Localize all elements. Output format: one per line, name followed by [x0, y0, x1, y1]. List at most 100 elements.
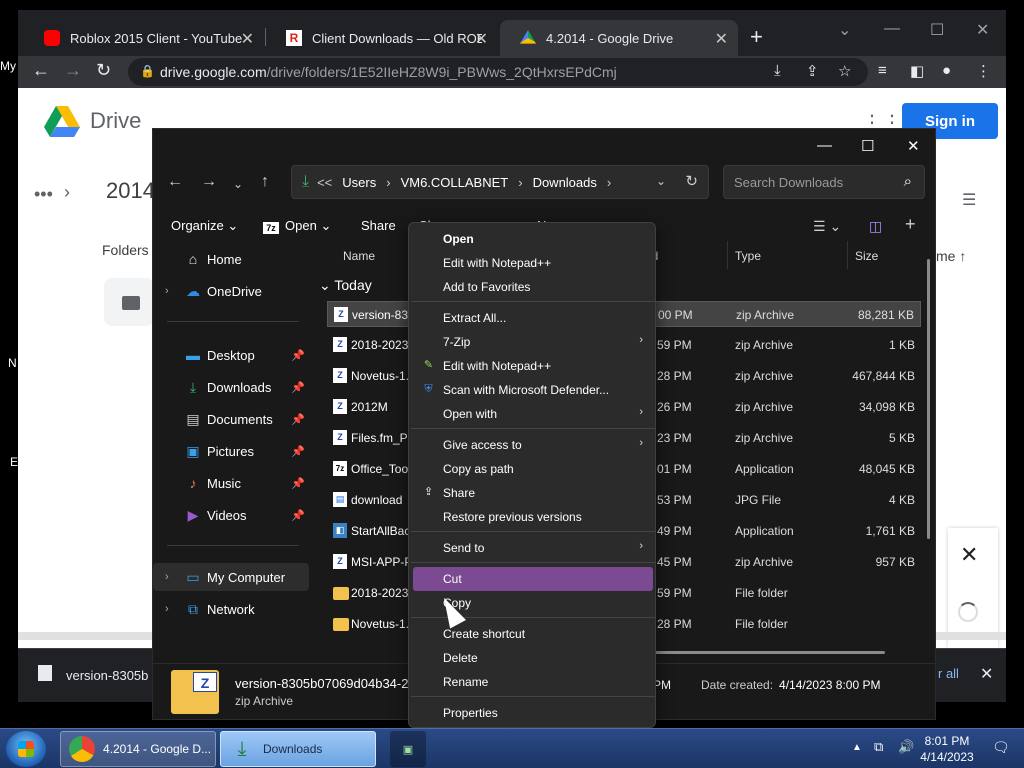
- side-panel-icon[interactable]: ◧: [910, 62, 924, 80]
- search-input[interactable]: Search Downloads ⌕: [723, 165, 925, 199]
- pin-icon[interactable]: 📌: [291, 413, 305, 426]
- media-queue-icon[interactable]: ≡: [878, 62, 887, 79]
- maximize-icon[interactable]: ☐: [930, 20, 944, 40]
- recent-locations-icon[interactable]: ⌄: [233, 177, 243, 191]
- close-icon[interactable]: ✕: [976, 20, 989, 40]
- menu-icon[interactable]: ⋮: [976, 62, 991, 80]
- new-tab-icon[interactable]: +: [750, 24, 763, 50]
- column-header-size[interactable]: Size: [855, 249, 878, 263]
- preview-pane-icon[interactable]: ◫: [869, 218, 882, 235]
- chevron-right-icon[interactable]: ›: [386, 175, 390, 190]
- sidebar-item-desktop[interactable]: ▬ Desktop 📌: [153, 341, 309, 369]
- profile-icon[interactable]: ●: [942, 62, 951, 79]
- address-bar[interactable]: 🔒 drive.google.com/drive/folders/1E52IIe…: [128, 58, 868, 86]
- breadcrumb[interactable]: 2014: [106, 178, 155, 204]
- pin-icon[interactable]: 📌: [291, 477, 305, 490]
- chevron-down-icon[interactable]: ⌄: [319, 277, 331, 293]
- address-bar[interactable]: ⤓ << Users › VM6.COLLABNET › Downloads ›…: [291, 165, 709, 199]
- menu-item-share[interactable]: ⇪ Share: [413, 481, 653, 505]
- maximize-icon[interactable]: ☐: [861, 137, 874, 155]
- taskbar-downloads-button[interactable]: ⤓ Downloads: [220, 731, 376, 767]
- sidebar-item-downloads[interactable]: ⤓ Downloads 📌: [153, 373, 309, 401]
- menu-item-give-access-to[interactable]: Give access to ›: [413, 433, 653, 457]
- close-icon[interactable]: ✕: [907, 137, 920, 155]
- tab-youtube[interactable]: Roblox 2015 Client - YouTube ✕: [24, 20, 264, 56]
- clock[interactable]: 8:01 PM 4/14/2023: [912, 733, 982, 765]
- start-button[interactable]: [6, 731, 46, 767]
- minimize-icon[interactable]: —: [884, 20, 900, 38]
- chevron-right-icon[interactable]: ›: [607, 175, 611, 190]
- organize-button[interactable]: Organize ⌄: [171, 218, 238, 234]
- pin-icon[interactable]: 📌: [291, 381, 305, 394]
- close-tab-icon[interactable]: ✕: [241, 29, 254, 49]
- column-divider[interactable]: [727, 241, 728, 269]
- close-toast-icon[interactable]: ✕: [960, 542, 978, 568]
- tab-search-icon[interactable]: ⌄: [838, 20, 851, 40]
- menu-item-send-to[interactable]: Send to ›: [413, 536, 653, 560]
- chevron-down-icon[interactable]: ⌄: [656, 174, 666, 188]
- taskbar-terminal-button[interactable]: ▣: [390, 731, 426, 767]
- forward-icon[interactable]: →: [201, 173, 217, 191]
- notifications-icon[interactable]: 🗨: [992, 739, 1010, 756]
- menu-item-open-with[interactable]: Open with ›: [413, 402, 653, 426]
- group-header-today[interactable]: ⌄ Today: [319, 277, 372, 294]
- menu-item-open[interactable]: Open: [413, 227, 653, 251]
- sidebar-item-pictures[interactable]: ▣ Pictures 📌: [153, 437, 309, 465]
- menu-item-add-to-favorites[interactable]: Add to Favorites: [413, 275, 653, 299]
- back-icon[interactable]: ←: [167, 173, 183, 191]
- menu-item-scan-with-microsoft-defender[interactable]: ⛨ Scan with Microsoft Defender...: [413, 378, 653, 402]
- back-icon[interactable]: ←: [32, 60, 50, 81]
- tab-roblox[interactable]: R Client Downloads — Old ROBLOX ✕: [266, 20, 498, 56]
- menu-item-delete[interactable]: Delete: [413, 646, 653, 670]
- add-icon[interactable]: +: [905, 214, 916, 235]
- sort-arrow-icon[interactable]: ↑: [959, 248, 966, 264]
- more-icon[interactable]: •••: [34, 184, 53, 205]
- reload-icon[interactable]: ↻: [96, 60, 111, 81]
- menu-item-restore-previous-versions[interactable]: Restore previous versions: [413, 505, 653, 529]
- taskbar-chrome-button[interactable]: 4.2014 - Google D...: [60, 731, 216, 767]
- menu-item-7-zip[interactable]: 7-Zip ›: [413, 330, 653, 354]
- install-icon[interactable]: ⤓: [774, 62, 781, 79]
- address-segment-users[interactable]: Users: [342, 175, 376, 190]
- sort-label[interactable]: me ↑: [936, 248, 966, 264]
- chevron-right-icon[interactable]: ›: [165, 571, 169, 583]
- menu-item-properties[interactable]: Properties: [413, 701, 653, 725]
- column-header-type[interactable]: Type: [735, 249, 761, 263]
- menu-item-rename[interactable]: Rename: [413, 670, 653, 694]
- pin-icon[interactable]: 📌: [291, 509, 305, 522]
- pin-icon[interactable]: 📌: [291, 349, 305, 362]
- show-all-link[interactable]: r all: [938, 666, 959, 681]
- sidebar-item-videos[interactable]: ▶ Videos 📌: [153, 501, 309, 529]
- column-header-name[interactable]: Name: [343, 249, 375, 263]
- menu-item-edit-with-notepad[interactable]: Edit with Notepad++: [413, 251, 653, 275]
- up-icon[interactable]: ↑: [261, 173, 269, 191]
- chevron-right-icon[interactable]: ›: [165, 285, 169, 297]
- address-segment-user[interactable]: VM6.COLLABNET: [401, 175, 509, 190]
- menu-item-edit-with-notepad[interactable]: ✎ Edit with Notepad++: [413, 354, 653, 378]
- minimize-icon[interactable]: —: [817, 137, 832, 154]
- chevron-right-icon[interactable]: ›: [165, 603, 169, 615]
- download-item[interactable]: version-8305b: [66, 668, 148, 683]
- sidebar-item-documents[interactable]: ▤ Documents 📌: [153, 405, 309, 433]
- view-options-icon[interactable]: ☰ ⌄: [813, 218, 841, 235]
- horizontal-scrollbar[interactable]: [649, 651, 885, 654]
- column-divider[interactable]: [847, 241, 848, 269]
- close-shelf-icon[interactable]: ✕: [980, 664, 993, 684]
- network-icon[interactable]: ⧉: [874, 739, 883, 755]
- tab-google-drive[interactable]: 4.2014 - Google Drive ✕: [500, 20, 738, 56]
- sidebar-item-onedrive[interactable]: › ☁ OneDrive: [153, 277, 309, 305]
- forward-icon[interactable]: →: [64, 60, 82, 81]
- close-tab-icon[interactable]: ✕: [715, 29, 728, 49]
- bookmark-star-icon[interactable]: ☆: [838, 62, 851, 80]
- sidebar-item-my-computer[interactable]: › ▭ My Computer: [153, 563, 309, 591]
- sidebar-item-home[interactable]: ⌂ Home: [153, 245, 309, 273]
- pin-icon[interactable]: 📌: [291, 445, 305, 458]
- list-view-icon[interactable]: ☰: [962, 190, 976, 210]
- menu-item-copy-as-path[interactable]: Copy as path: [413, 457, 653, 481]
- share-icon[interactable]: ⇪: [806, 62, 819, 80]
- close-tab-icon[interactable]: ✕: [475, 29, 488, 49]
- menu-item-cut[interactable]: Cut: [413, 567, 653, 591]
- menu-item-extract-all[interactable]: Extract All...: [413, 306, 653, 330]
- vertical-scrollbar[interactable]: [927, 259, 930, 539]
- sidebar-item-network[interactable]: › ⧉ Network: [153, 595, 309, 623]
